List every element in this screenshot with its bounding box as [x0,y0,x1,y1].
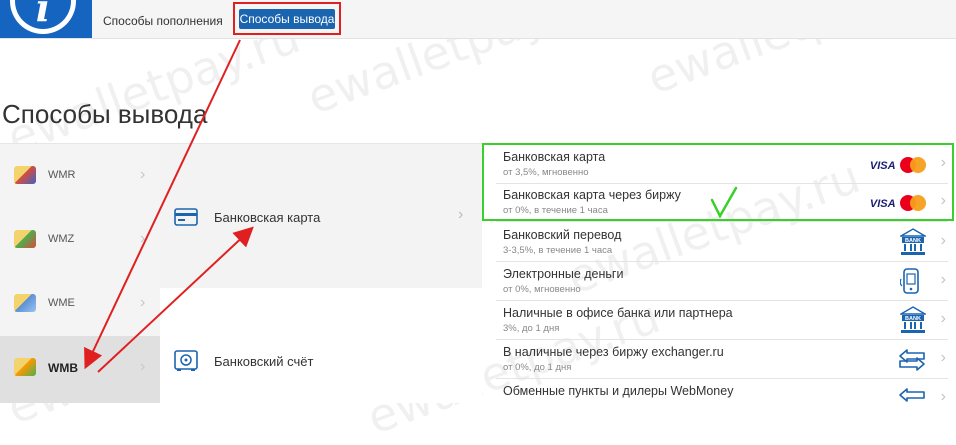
annotation-arrow [97,226,254,373]
check-mark-icon [710,186,738,219]
annotation-overlay [84,39,738,373]
annotation-arrow [84,39,241,370]
